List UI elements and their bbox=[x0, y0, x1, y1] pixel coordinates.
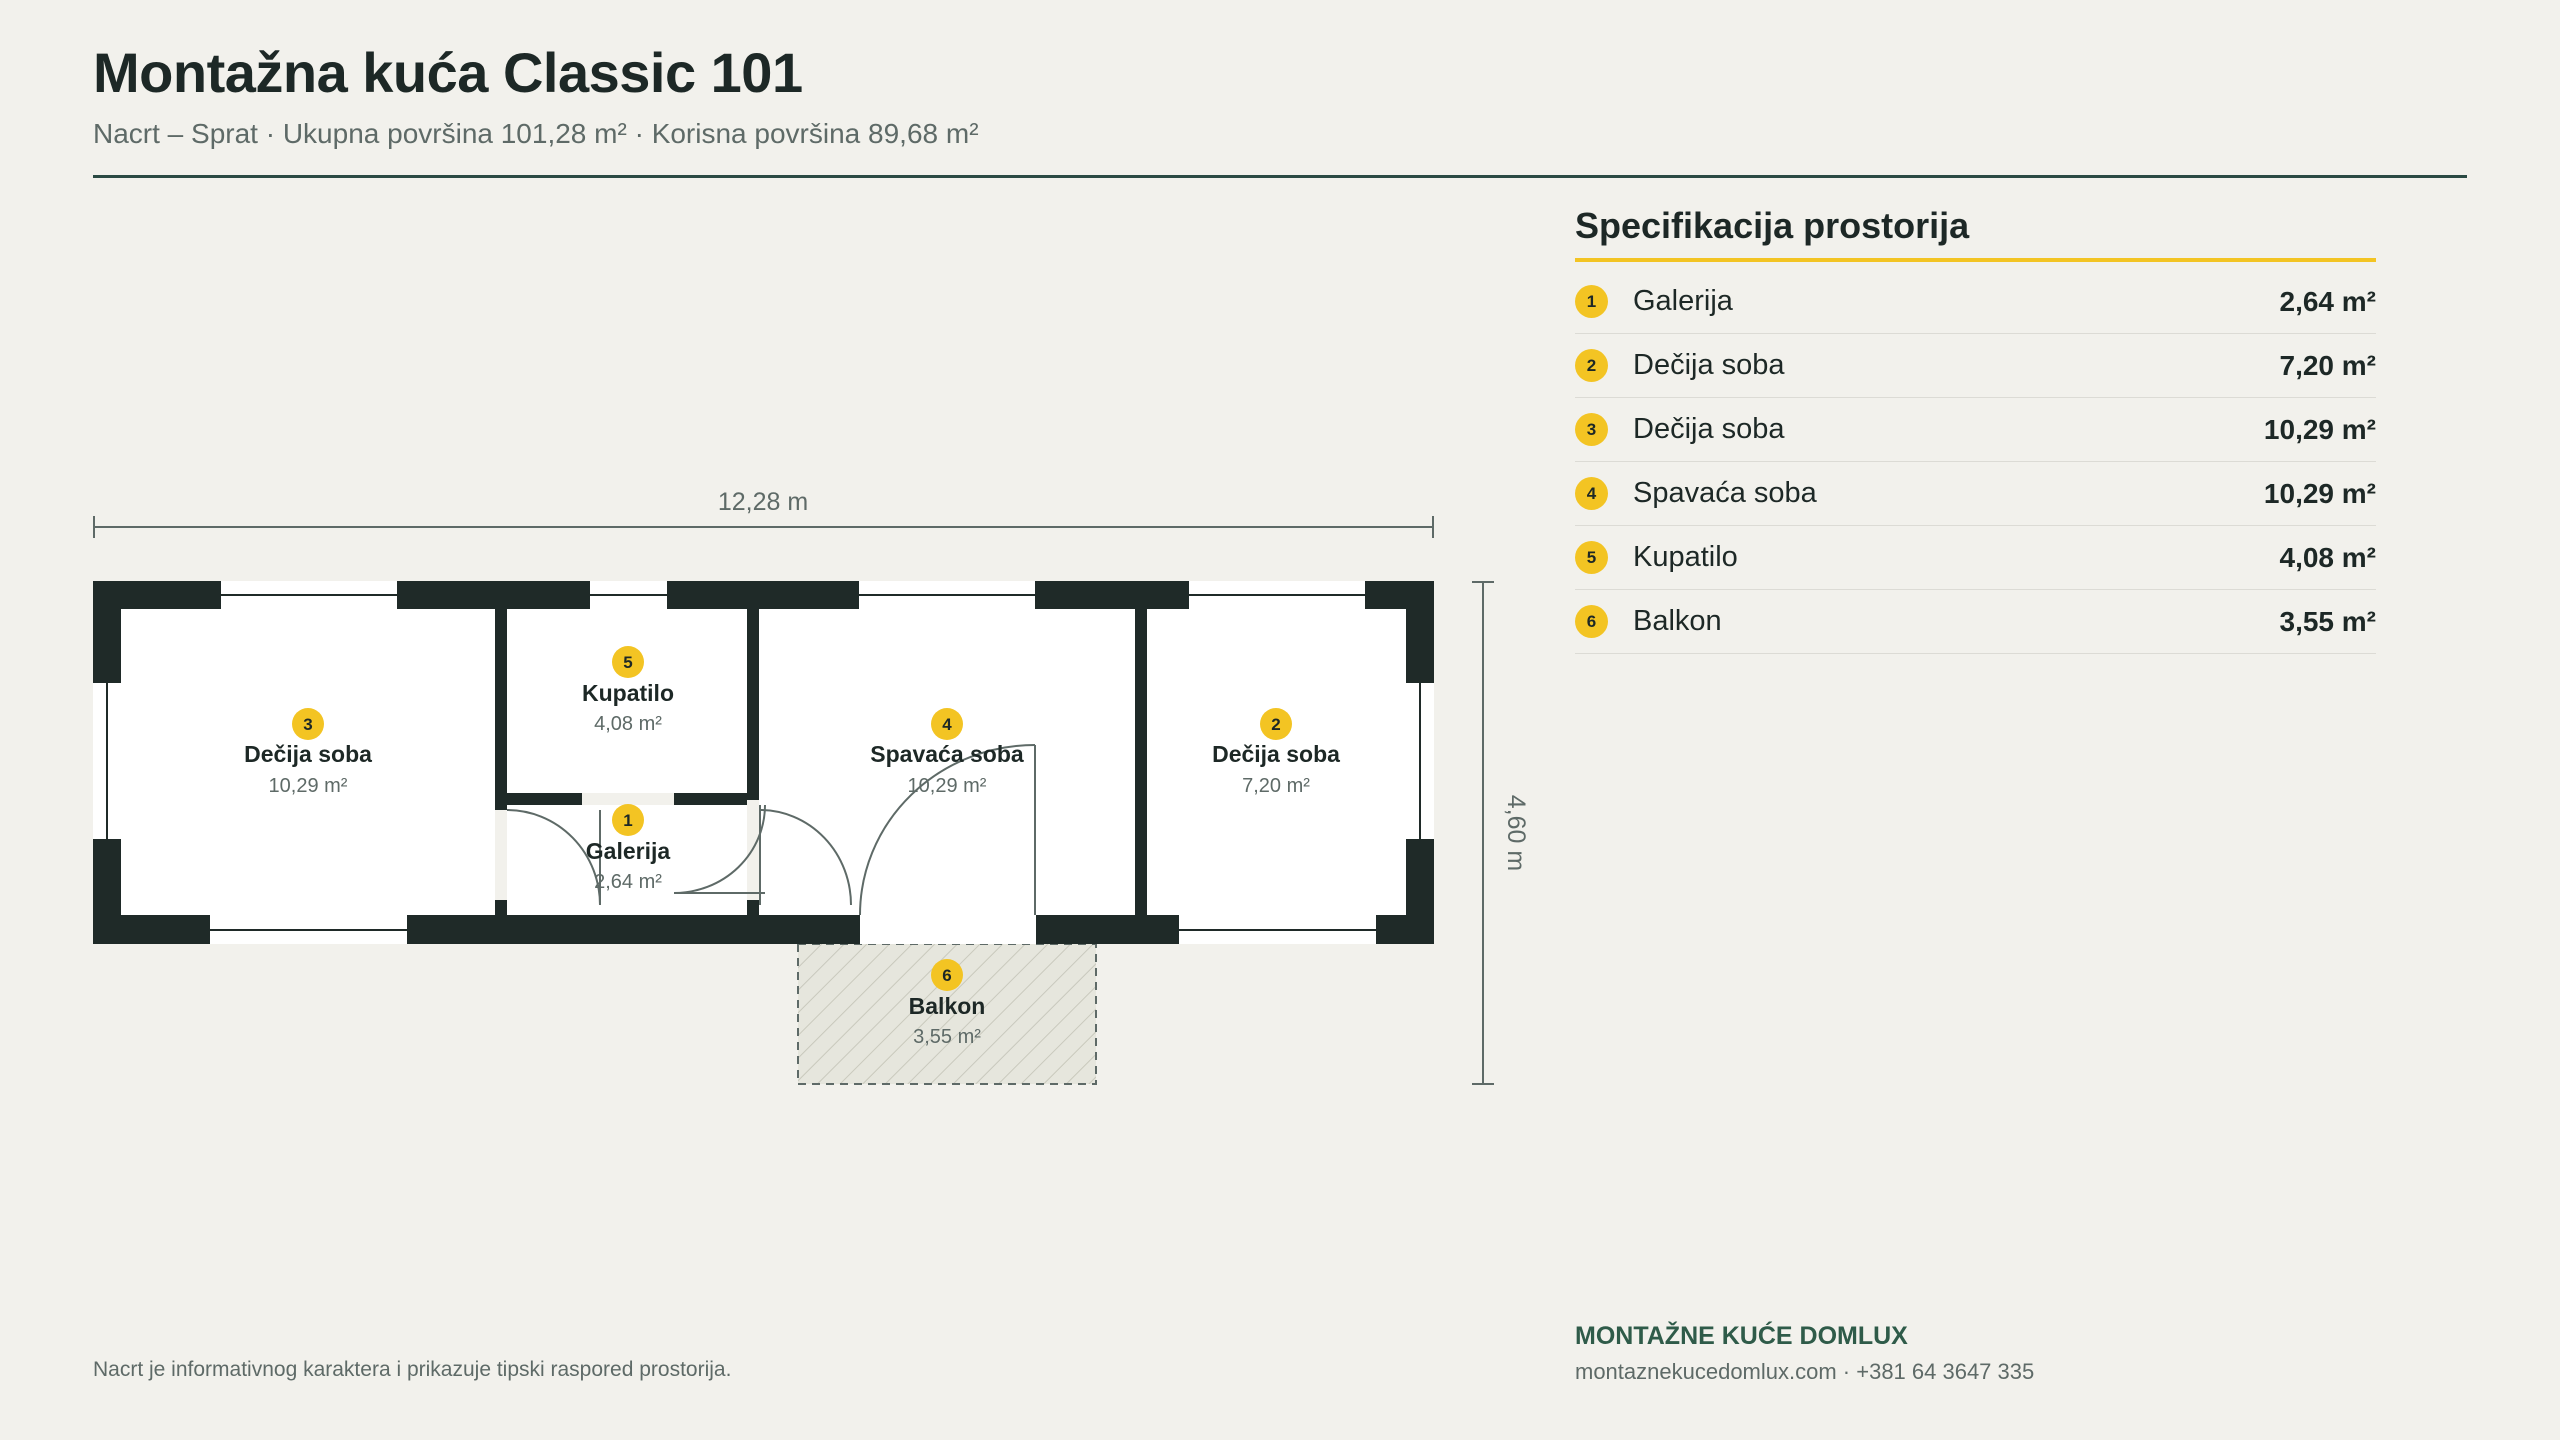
disclaimer-text: Nacrt je informativnog karaktera i prika… bbox=[93, 1358, 732, 1381]
svg-text:3: 3 bbox=[303, 715, 312, 734]
svg-text:Dečija soba: Dečija soba bbox=[1212, 741, 1340, 767]
spec-row: 3 Dečija soba 10,29 m² bbox=[1575, 398, 2376, 462]
spec-title-underline bbox=[1575, 258, 2376, 262]
room-name: Dečija soba bbox=[1633, 349, 1785, 381]
room-specification: Specifikacija prostorija 1 Galerija 2,64… bbox=[1575, 205, 2376, 654]
svg-text:Spavaća soba: Spavaća soba bbox=[870, 741, 1024, 767]
svg-text:10,29 m²: 10,29 m² bbox=[269, 775, 348, 797]
depth-dimension: 4,60 m bbox=[1472, 581, 1530, 1085]
room-number-badge: 4 bbox=[1575, 477, 1608, 510]
svg-text:4,08 m²: 4,08 m² bbox=[594, 713, 662, 735]
svg-text:1: 1 bbox=[623, 811, 632, 830]
spec-row: 2 Dečija soba 7,20 m² bbox=[1575, 334, 2376, 398]
svg-text:5: 5 bbox=[623, 653, 632, 672]
svg-text:4: 4 bbox=[942, 715, 952, 734]
room-name: Galerija bbox=[1633, 285, 1733, 317]
svg-text:10,29 m²: 10,29 m² bbox=[908, 775, 987, 797]
room-number-badge: 3 bbox=[1575, 413, 1608, 446]
room-name: Spavaća soba bbox=[1633, 477, 1817, 509]
room-area: 2,64 m² bbox=[2279, 285, 2377, 317]
spec-title: Specifikacija prostorija bbox=[1575, 205, 1970, 246]
room-area: 7,20 m² bbox=[2279, 349, 2377, 381]
svg-text:Kupatilo: Kupatilo bbox=[582, 680, 674, 706]
room-name: Balkon bbox=[1633, 605, 1722, 637]
room-number-badge: 5 bbox=[1575, 541, 1608, 574]
spec-row: 4 Spavaća soba 10,29 m² bbox=[1575, 462, 2376, 526]
width-dimension: 12,28 m bbox=[93, 488, 1434, 538]
svg-text:Galerija: Galerija bbox=[586, 838, 671, 864]
svg-text:Dečija soba: Dečija soba bbox=[244, 741, 372, 767]
room-number-badge: 6 bbox=[1575, 605, 1608, 638]
svg-text:7,20 m²: 7,20 m² bbox=[1242, 775, 1310, 797]
room-area: 3,55 m² bbox=[2279, 605, 2377, 637]
svg-text:2: 2 bbox=[1271, 715, 1280, 734]
room-number-badge: 2 bbox=[1575, 349, 1608, 382]
svg-text:2,64 m²: 2,64 m² bbox=[594, 871, 662, 893]
depth-label: 4,60 m bbox=[1502, 795, 1530, 871]
room-name: Kupatilo bbox=[1633, 541, 1738, 573]
spec-row: 1 Galerija 2,64 m² bbox=[1575, 270, 2376, 334]
floor-plan: 12,28 m 4,60 m 3 Dečija soba 10,29 m² 5 … bbox=[93, 488, 1530, 1085]
room-number-badge: 1 bbox=[1575, 285, 1608, 318]
room-area: 10,29 m² bbox=[2263, 413, 2376, 445]
room-area: 4,08 m² bbox=[2279, 541, 2377, 573]
width-label: 12,28 m bbox=[718, 488, 808, 516]
room-area: 10,29 m² bbox=[2263, 477, 2376, 509]
room-name: Dečija soba bbox=[1633, 413, 1785, 445]
brand-name: MONTAŽNE KUĆE DOMLUX bbox=[1575, 1322, 1908, 1350]
svg-text:6: 6 bbox=[942, 966, 951, 985]
contact-info: montaznekucedomlux.com · +381 64 3647 33… bbox=[1575, 1359, 2035, 1384]
svg-text:3,55 m²: 3,55 m² bbox=[913, 1026, 981, 1048]
svg-text:Balkon: Balkon bbox=[909, 993, 986, 1019]
spec-row: 6 Balkon 3,55 m² bbox=[1575, 590, 2376, 654]
spec-row: 5 Kupatilo 4,08 m² bbox=[1575, 526, 2376, 590]
